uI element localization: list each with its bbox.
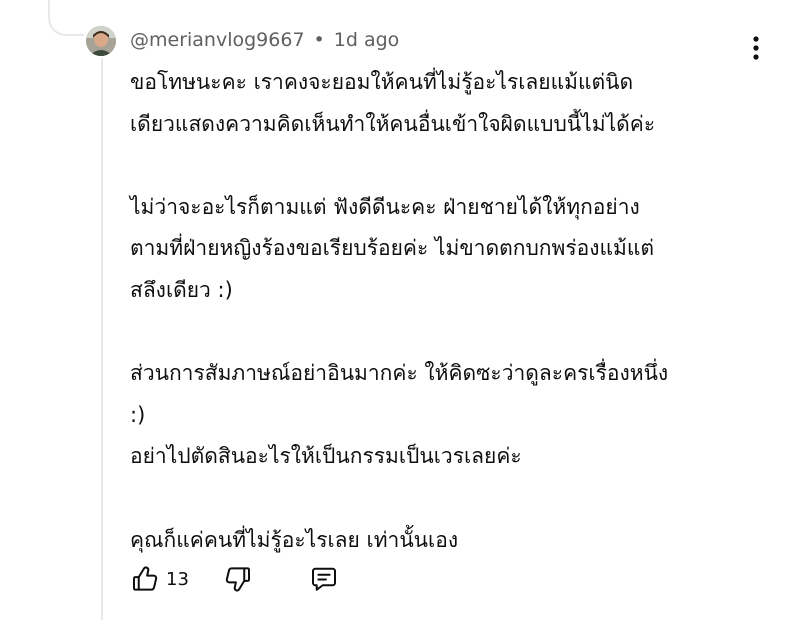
thumbs-down-icon xyxy=(225,567,250,592)
thread-line xyxy=(101,58,103,620)
comment-line: ไม่ว่าจะอะไรก็ตามแต่ ฟังดีดีนะคะ ฝ่ายชาย… xyxy=(130,194,640,219)
comment-header: @merianvlog9667 • 1d ago xyxy=(130,27,399,53)
comment-paragraph: ไม่ว่าจะอะไรก็ตามแต่ ฟังดีดีนะคะ ฝ่ายชาย… xyxy=(130,187,770,312)
like-count: 13 xyxy=(166,568,189,590)
comment-paragraph: ส่วนการสัมภาษณ์อย่าอินมากค่ะ ให้คิดซะว่า… xyxy=(130,353,770,478)
dislike-button[interactable] xyxy=(223,564,253,594)
comment-paragraph: ขอโทษนะคะ เราคงจะยอมให้คนที่ไม่รู้อะไรเล… xyxy=(130,62,770,145)
comment-line: อย่าไปตัดสินอะไรให้เป็นกรรมเป็นเวรเลยค่ะ xyxy=(130,444,522,469)
comment-page: @merianvlog9667 • 1d ago ขอโทษนะคะ เราคง… xyxy=(0,0,800,620)
comment-paragraph: คุณก็แค่คนที่ไม่รู้อะไรเลย เท่านั้นเอง xyxy=(130,520,770,562)
comment-line: ส่วนการสัมภาษณ์อย่าอินมากค่ะ ให้คิดซะว่า… xyxy=(130,361,669,386)
thread-connector-line xyxy=(48,0,84,36)
comment-line: :) xyxy=(130,402,146,427)
reply-comment-icon xyxy=(311,567,336,591)
avatar[interactable] xyxy=(86,26,116,56)
reply-button[interactable] xyxy=(309,564,339,594)
thumbs-up-icon xyxy=(133,566,158,591)
comment-actions: 13 xyxy=(130,562,339,596)
comment-line: คุณก็แค่คนที่ไม่รู้อะไรเลย เท่านั้นเอง xyxy=(130,527,459,552)
avatar-image xyxy=(86,26,116,56)
comment-line: สลึงเดียว :) xyxy=(130,277,233,302)
comment-line: ตามที่ฝ่ายหญิงร้องขอเรียบร้อยค่ะ ไม่ขาดต… xyxy=(130,236,655,261)
meta-separator: • xyxy=(313,29,325,51)
like-button[interactable]: 13 xyxy=(130,564,189,594)
comment-line: ขอโทษนะคะ เราคงจะยอมให้คนที่ไม่รู้อะไรเล… xyxy=(130,70,634,94)
author-handle[interactable]: @merianvlog9667 xyxy=(130,29,305,51)
more-vertical-icon[interactable] xyxy=(744,30,768,66)
comment-line: เดียวแสดงความคิดเห็นทำให้คนอื่นเข้าใจผิด… xyxy=(130,111,656,136)
comment-timestamp[interactable]: 1d ago xyxy=(334,29,400,51)
comment-text: ขอโทษนะคะ เราคงจะยอมให้คนที่ไม่รู้อะไรเล… xyxy=(130,62,770,561)
